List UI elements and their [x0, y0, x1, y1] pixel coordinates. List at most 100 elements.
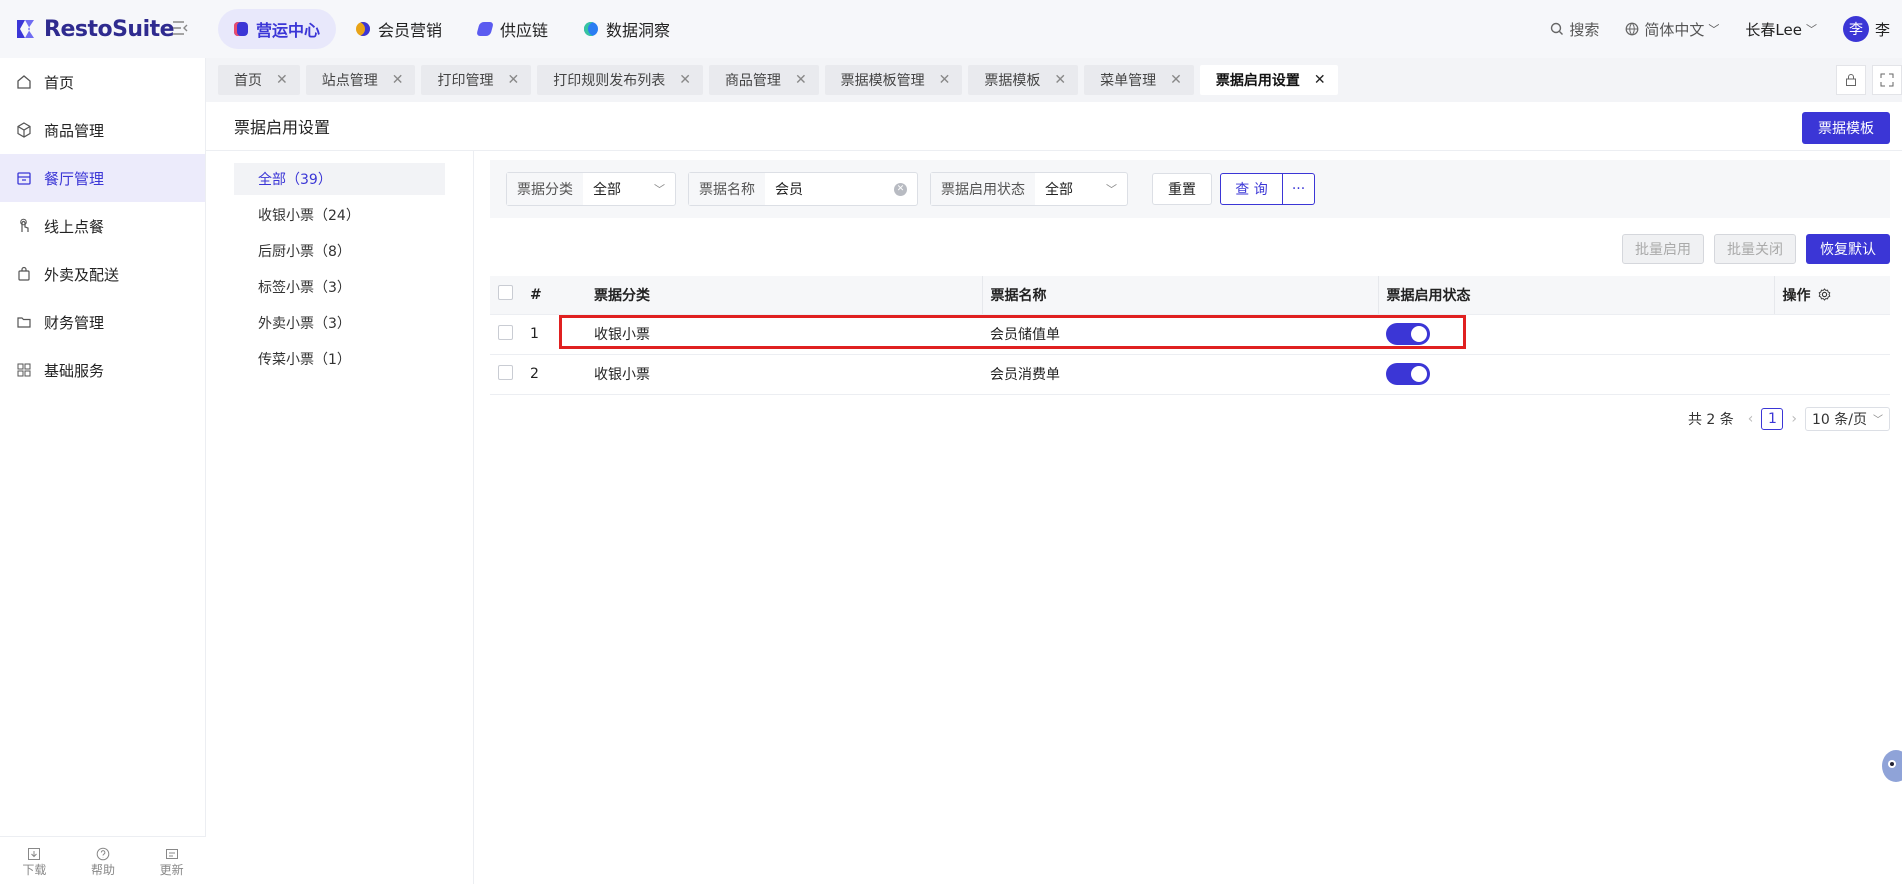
sidebar-item-basic-services[interactable]: 基础服务: [0, 346, 205, 394]
lock-icon: [1846, 74, 1856, 86]
next-page-icon[interactable]: ›: [1791, 411, 1797, 427]
status-filter[interactable]: 票据启用状态 全部 ﹀: [930, 172, 1128, 206]
close-icon[interactable]: ✕: [1314, 72, 1326, 88]
select-all-checkbox[interactable]: [498, 285, 513, 301]
query-button[interactable]: 查 询: [1220, 173, 1283, 205]
module-data-insight[interactable]: 数据洞察: [568, 9, 686, 49]
close-icon[interactable]: ✕: [939, 72, 951, 88]
clear-icon[interactable]: ✕: [894, 182, 907, 196]
category-label[interactable]: 标签小票（3）: [234, 271, 445, 303]
download-button[interactable]: 下载: [22, 847, 46, 884]
category-kitchen[interactable]: 后厨小票（8）: [234, 235, 445, 267]
batch-enable-button[interactable]: 批量启用: [1622, 234, 1704, 264]
module-operations[interactable]: 营运中心: [218, 9, 337, 49]
tab-label: 票据模板管理: [840, 73, 925, 89]
lock-tabs-button[interactable]: [1836, 65, 1866, 95]
page-number[interactable]: 1: [1761, 407, 1784, 430]
close-icon[interactable]: ✕: [795, 72, 807, 88]
bag-icon: [18, 266, 30, 281]
more-options-button[interactable]: ···: [1283, 173, 1315, 205]
tab-menu-management[interactable]: 菜单管理 ✕: [1084, 65, 1194, 95]
tab-receipt-template-management[interactable]: 票据模板管理 ✕: [824, 65, 963, 95]
sidebar-item-delivery[interactable]: 外卖及配送: [0, 250, 205, 298]
search-button[interactable]: 搜索: [1550, 19, 1599, 40]
sidebar-item-label: 财务管理: [44, 313, 105, 332]
tab-home[interactable]: 首页 ✕: [218, 65, 300, 95]
user-menu[interactable]: 李 李: [1842, 16, 1890, 42]
receipt-template-button[interactable]: 票据模板: [1802, 112, 1890, 144]
name-filter[interactable]: 票据名称 会员 ✕: [688, 172, 918, 206]
category-delivery[interactable]: 外卖小票（3）: [234, 307, 445, 339]
batch-disable-button[interactable]: 批量关闭: [1714, 234, 1796, 264]
module-member-marketing[interactable]: 会员营销: [340, 9, 458, 49]
enable-toggle[interactable]: [1386, 363, 1430, 385]
close-icon[interactable]: ✕: [276, 72, 288, 88]
touch-icon: [20, 218, 29, 232]
sidebar-item-home[interactable]: 首页: [0, 58, 205, 106]
close-icon[interactable]: ✕: [507, 72, 519, 88]
tab-site-management[interactable]: 站点管理 ✕: [305, 65, 416, 95]
tab-label: 菜单管理: [1100, 73, 1157, 89]
row-checkbox[interactable]: [498, 364, 513, 380]
total-count: 共 2 条: [1687, 411, 1734, 428]
collapse-menu-icon[interactable]: [172, 20, 190, 36]
sidebar-item-restaurant[interactable]: 餐厅管理: [0, 154, 205, 202]
tab-receipt-enable-settings[interactable]: 票据启用设置 ✕: [1199, 65, 1338, 95]
chevron-down-icon: ﹀: [1708, 23, 1720, 36]
search-label: 搜索: [1569, 20, 1600, 39]
category-header: 票据分类: [586, 276, 982, 315]
reset-button[interactable]: 重置: [1152, 173, 1212, 205]
update-button[interactable]: 更新: [160, 847, 184, 884]
settings-icon[interactable]: [1818, 287, 1831, 301]
main-content: 票据分类 全部 ﹀ 票据名称 会员 ✕ 票据启用状态 全部 ﹀ 重置 查 询 ··· …: [490, 160, 1890, 431]
tab-label: 站点管理: [321, 73, 378, 89]
category-filter[interactable]: 票据分类 全部 ﹀: [506, 172, 676, 206]
fullscreen-button[interactable]: [1872, 65, 1902, 95]
close-icon[interactable]: ✕: [1054, 72, 1066, 88]
close-icon[interactable]: ✕: [679, 72, 691, 88]
status-select[interactable]: 全部 ﹀: [1035, 173, 1127, 205]
module-supply-chain[interactable]: 供应链: [462, 9, 564, 49]
category-serving[interactable]: 传菜小票（1）: [234, 343, 445, 375]
table-row[interactable]: 1 收银小票 会员储值单: [490, 314, 1890, 355]
assistant-bot-icon[interactable]: [1876, 738, 1902, 790]
tab-receipt-template[interactable]: 票据模板 ✕: [968, 65, 1079, 95]
help-button[interactable]: 帮助: [91, 847, 115, 884]
close-icon[interactable]: ✕: [392, 72, 404, 88]
restore-default-button[interactable]: 恢复默认: [1806, 234, 1890, 264]
table-row[interactable]: 2 收银小票 会员消费单: [490, 354, 1890, 395]
folder-icon: [17, 317, 31, 328]
tab-print-management[interactable]: 打印管理 ✕: [421, 65, 532, 95]
app-logo[interactable]: RestoSuite: [0, 17, 200, 42]
row-checkbox[interactable]: [498, 324, 513, 340]
sidebar-item-products[interactable]: 商品管理: [0, 106, 205, 154]
tab-product-management[interactable]: 商品管理 ✕: [708, 65, 819, 95]
category-all[interactable]: 全部（39）: [234, 163, 445, 195]
filter-bar: 票据分类 全部 ﹀ 票据名称 会员 ✕ 票据启用状态 全部 ﹀ 重置 查 询 ···: [490, 160, 1890, 218]
chevron-down-icon: ﹀: [654, 183, 665, 196]
category-select[interactable]: 全部 ﹀: [583, 173, 675, 205]
sidebar-item-finance[interactable]: 财务管理: [0, 298, 205, 346]
row-select-cell: [490, 354, 530, 395]
tab-tools: [1830, 65, 1902, 95]
page-size-label: 10 条/页: [1812, 411, 1867, 428]
tab-print-rule-list[interactable]: 打印规则发布列表 ✕: [537, 65, 703, 95]
prev-page-icon[interactable]: ‹: [1748, 411, 1754, 427]
pagination: 共 2 条 ‹ 1 › 10 条/页 ﹀: [490, 406, 1890, 431]
page-header: 票据启用设置 票据模板: [206, 102, 1902, 151]
module-label: 营运中心: [256, 21, 321, 40]
sidebar: 首页 商品管理 餐厅管理 线上点餐 外卖及配送 财务管理 基础服务 下载 帮助: [0, 58, 206, 884]
close-icon[interactable]: ✕: [1170, 72, 1182, 88]
sidebar-item-online-order[interactable]: 线上点餐: [0, 202, 205, 250]
row-name: 会员储值单: [982, 314, 1378, 355]
language-select[interactable]: 简体中文 ﹀: [1625, 19, 1719, 40]
page-size-select[interactable]: 10 条/页 ﹀: [1805, 406, 1890, 431]
toggle-knob: [1411, 366, 1427, 382]
enable-toggle[interactable]: [1386, 323, 1430, 345]
sidebar-item-label: 首页: [44, 73, 75, 92]
store-select[interactable]: 长春Lee ﹀: [1745, 19, 1817, 40]
index-header: #: [530, 276, 586, 315]
category-cashier[interactable]: 收银小票（24）: [234, 199, 445, 231]
name-input[interactable]: 会员 ✕: [765, 173, 917, 205]
tab-label: 首页: [234, 73, 262, 89]
